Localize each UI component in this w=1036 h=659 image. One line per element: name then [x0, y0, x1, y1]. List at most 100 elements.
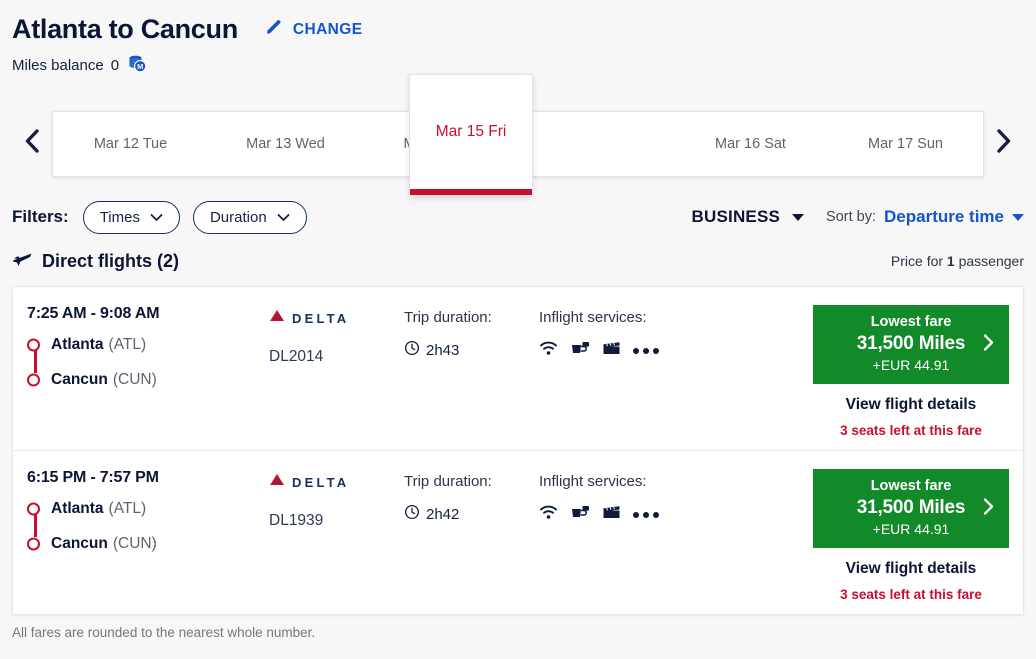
- date-next-button[interactable]: [984, 114, 1024, 174]
- inflight-services-label: Inflight services:: [539, 309, 647, 326]
- flight-results-list: 7:25 AM - 9:08 AM Atlanta (ATL) Cancun (…: [12, 286, 1024, 615]
- fare-rounding-note: All fares are rounded to the nearest who…: [12, 625, 316, 640]
- seats-left-notice: 3 seats left at this fare: [840, 423, 982, 438]
- flight-row[interactable]: 6:15 PM - 7:57 PM Atlanta (ATL) Cancun (…: [13, 450, 1023, 614]
- airline-name: DELTA: [292, 310, 350, 326]
- origin-dot-icon: [27, 502, 40, 515]
- flight-duration-column: Trip duration: 2h42: [404, 469, 539, 524]
- date-tab-1[interactable]: Mar 13 Wed: [208, 112, 363, 176]
- flight-route-column: 6:15 PM - 7:57 PM Atlanta (ATL) Cancun (…: [13, 469, 269, 556]
- miles-balance-label: Miles balance: [12, 57, 104, 74]
- date-prev-button[interactable]: [12, 114, 52, 174]
- wifi-icon[interactable]: [539, 504, 558, 525]
- fare-miles: 31,500 Miles: [856, 333, 966, 354]
- beverage-icon[interactable]: [570, 340, 590, 361]
- origin-code: (ATL): [108, 499, 147, 517]
- filter-duration-label: Duration: [209, 208, 267, 226]
- chevron-down-icon: [277, 209, 290, 226]
- flight-fare-column: Lowest fare 31,500 Miles +EUR 44.91 View…: [813, 469, 1023, 602]
- clock-icon: [404, 340, 420, 360]
- airline-name: DELTA: [292, 474, 350, 490]
- route-diagram: Atlanta (ATL) Cancun (CUN): [27, 332, 269, 392]
- trip-duration-value: 2h42: [426, 505, 460, 523]
- fare-cash: +EUR 44.91: [872, 357, 950, 373]
- flight-times: 7:25 AM - 9:08 AM: [27, 305, 160, 322]
- price-note-prefix: Price for: [890, 253, 947, 269]
- sort-by-value[interactable]: Departure time: [884, 207, 1004, 227]
- more-icon[interactable]: [633, 347, 659, 354]
- origin-city: Atlanta: [51, 335, 104, 353]
- origin-stop: Atlanta (ATL): [27, 332, 269, 357]
- beverage-icon[interactable]: [570, 504, 590, 525]
- miles-balance-value: 0: [110, 57, 120, 74]
- view-flight-details-link[interactable]: View flight details: [813, 560, 1009, 578]
- date-tab-5[interactable]: Mar 17 Sun: [828, 112, 983, 176]
- flight-airline-column: DELTA DL1939: [269, 469, 404, 530]
- delta-logo: DELTA: [269, 473, 404, 491]
- date-tab-4[interactable]: Mar 16 Sat: [673, 112, 828, 176]
- chevron-right-icon: [982, 332, 995, 357]
- destination-city: Cancun: [51, 534, 108, 552]
- trip-duration-value-group: 2h43: [404, 340, 539, 360]
- date-tab-0[interactable]: Mar 12 Tue: [53, 112, 208, 176]
- more-icon[interactable]: [633, 511, 659, 518]
- destination-dot-icon: [27, 537, 40, 550]
- delta-logo: DELTA: [269, 309, 404, 327]
- caret-down-icon: [792, 213, 805, 221]
- select-fare-button[interactable]: Lowest fare 31,500 Miles +EUR 44.91: [813, 469, 1009, 548]
- flight-airline-column: DELTA DL2014: [269, 305, 404, 366]
- pencil-icon: [264, 17, 284, 42]
- wifi-icon[interactable]: [539, 340, 558, 361]
- title-row: Atlanta to Cancun CHANGE: [12, 14, 1036, 45]
- price-note-count: 1: [946, 253, 955, 269]
- flight-row[interactable]: 7:25 AM - 9:08 AM Atlanta (ATL) Cancun (…: [13, 287, 1023, 450]
- delta-triangle-icon: [269, 473, 285, 491]
- direct-flights-header: Direct flights (2) Price for 1 passenger: [0, 240, 1036, 282]
- route-diagram: Atlanta (ATL) Cancun (CUN): [27, 496, 269, 556]
- flight-services-column: Inflight services:: [539, 305, 714, 361]
- filter-duration-button[interactable]: Duration: [192, 200, 307, 234]
- price-note-suffix: passenger: [954, 253, 1024, 269]
- page-title: Atlanta to Cancun: [12, 14, 238, 44]
- destination-dot-icon: [27, 373, 40, 386]
- page-header: Atlanta to Cancun CHANGE Miles balance 0: [0, 0, 1036, 79]
- caret-down-icon: [1012, 213, 1024, 221]
- flight-duration-column: Trip duration: 2h43: [404, 305, 539, 360]
- fare-miles: 31,500 Miles: [856, 497, 966, 518]
- chevron-right-icon: [993, 127, 1015, 160]
- fare-cash: +EUR 44.91: [872, 521, 950, 537]
- fare-label: Lowest fare: [870, 314, 952, 330]
- destination-code: (CUN): [112, 534, 157, 552]
- chevron-down-icon: [150, 209, 163, 226]
- flight-route-column: 7:25 AM - 9:08 AM Atlanta (ATL) Cancun (…: [13, 305, 269, 392]
- origin-city: Atlanta: [51, 499, 104, 517]
- seats-left-notice: 3 seats left at this fare: [840, 587, 982, 602]
- origin-stop: Atlanta (ATL): [27, 496, 269, 521]
- flight-services-column: Inflight services:: [539, 469, 714, 525]
- change-label: CHANGE: [292, 20, 363, 38]
- sort-by-label: Sort by:: [826, 209, 877, 225]
- select-fare-button[interactable]: Lowest fare 31,500 Miles +EUR 44.91: [813, 305, 1009, 384]
- filters-right-group: BUSINESS Sort by: Departure time: [692, 207, 1024, 227]
- inflight-services-icons: [539, 340, 714, 361]
- chevron-left-icon: [21, 127, 43, 160]
- filter-times-button[interactable]: Times: [82, 200, 180, 234]
- cabin-class-select[interactable]: BUSINESS: [692, 207, 805, 227]
- filters-label: Filters:: [12, 207, 69, 226]
- sort-by-control: Sort by: Departure time: [826, 207, 1024, 227]
- price-passenger-note: Price for 1 passenger: [891, 253, 1024, 269]
- view-flight-details-link[interactable]: View flight details: [813, 396, 1009, 414]
- delta-triangle-icon: [269, 309, 285, 327]
- date-selector: Mar 12 Tue Mar 13 Wed Mar 14 Thu Mar 16 …: [0, 73, 1036, 196]
- filters-bar: Filters: Times Duration BUSINESS Sort by…: [0, 194, 1036, 240]
- movie-icon[interactable]: [602, 340, 621, 361]
- movie-icon[interactable]: [602, 504, 621, 525]
- svg-text:M: M: [137, 62, 143, 71]
- destination-code: (CUN): [112, 370, 157, 388]
- inflight-services-icons: [539, 504, 714, 525]
- date-tab-selected[interactable]: Mar 15 Fri: [409, 73, 533, 196]
- change-route-button[interactable]: CHANGE: [264, 17, 363, 42]
- fare-label: Lowest fare: [870, 478, 952, 494]
- filter-times-label: Times: [99, 208, 140, 226]
- cabin-class-label: BUSINESS: [691, 207, 781, 226]
